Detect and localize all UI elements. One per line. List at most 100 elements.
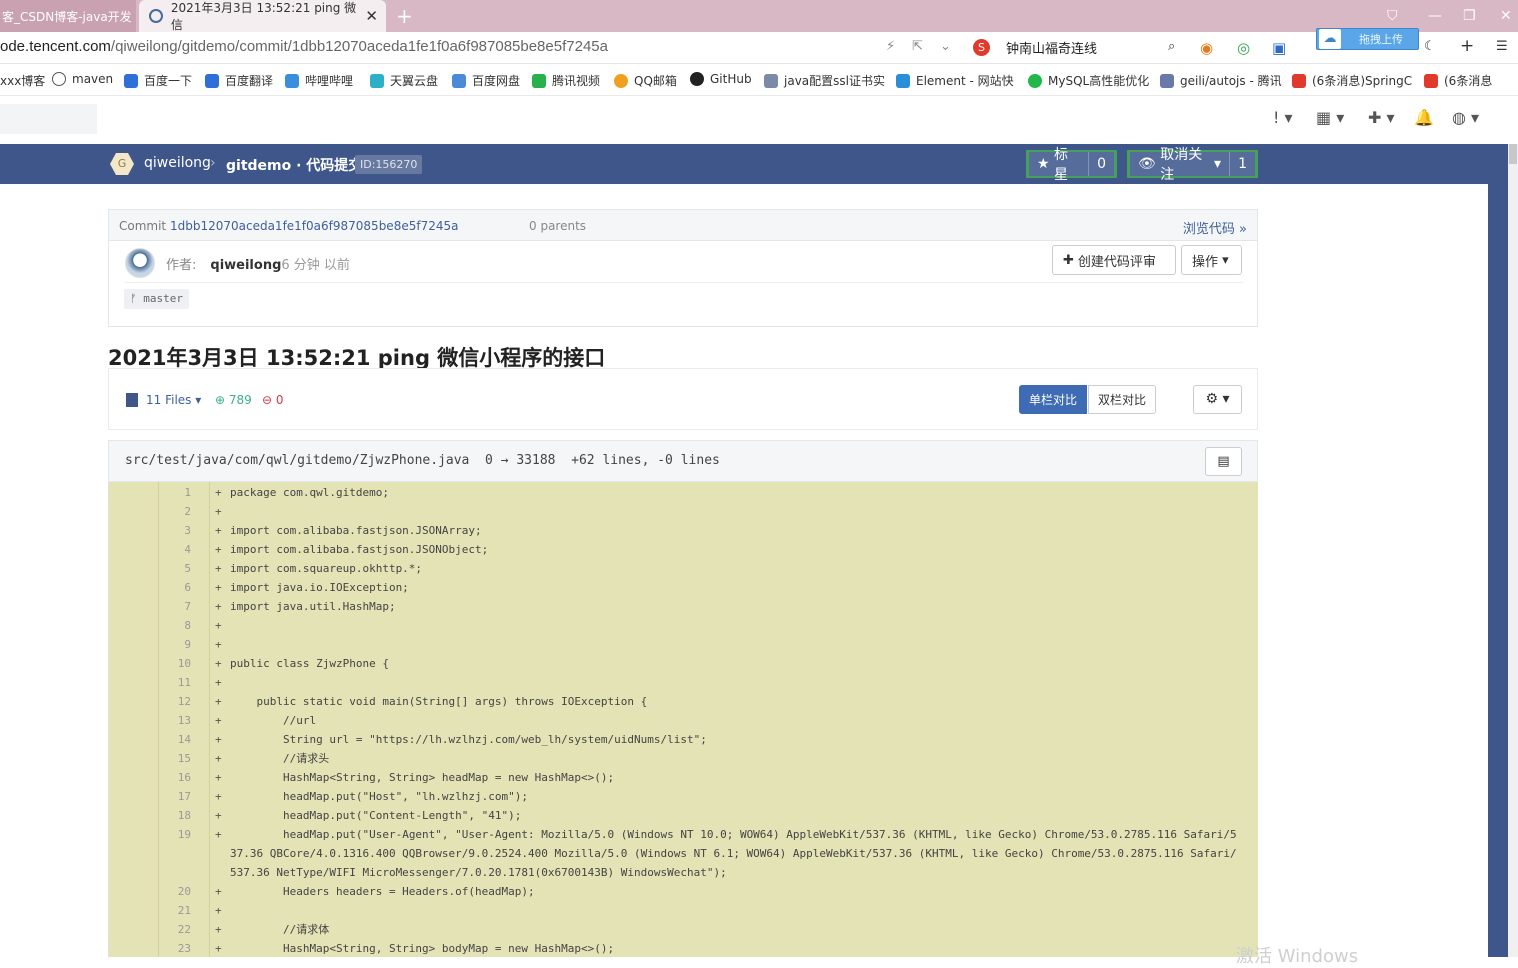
- line-number[interactable]: 21: [159, 901, 191, 920]
- files-dropdown[interactable]: 11 Files ▾: [126, 393, 201, 407]
- line-number[interactable]: 18: [159, 806, 191, 825]
- code-text: import com.squareup.okhttp.*;: [230, 562, 423, 575]
- line-number[interactable]: 2: [159, 502, 191, 521]
- scrollbar[interactable]: [1508, 144, 1518, 957]
- gear-icon[interactable]: ⚙ ▾: [1193, 385, 1242, 414]
- bookmark-item[interactable]: java配置ssl证书实: [764, 72, 885, 89]
- bell-icon[interactable]: 🔔: [1414, 108, 1434, 127]
- split-view-button[interactable]: 双栏对比: [1088, 385, 1157, 414]
- bookmark-item[interactable]: 百度网盘: [452, 72, 520, 89]
- share-icon[interactable]: ⇱: [912, 39, 923, 54]
- create-review-button[interactable]: ✚ 创建代码评审: [1052, 245, 1176, 275]
- lightning-icon[interactable]: ⚡: [886, 39, 895, 54]
- user-avatar[interactable]: ◍ ▾: [1452, 108, 1479, 127]
- bookmark-item[interactable]: (6条消息)SpringC: [1292, 72, 1412, 89]
- night-mode-icon[interactable]: ☾: [1424, 39, 1436, 54]
- code-text: //url: [230, 714, 317, 727]
- menu-icon[interactable]: ☰: [1496, 39, 1508, 54]
- code-line: 10 + public class ZjwzPhone {: [159, 654, 1257, 673]
- code-text: Headers headers = Headers.of(headMap);: [230, 885, 535, 898]
- added-marker: +: [215, 771, 222, 784]
- new-tab-icon[interactable]: +: [396, 4, 413, 28]
- line-number[interactable]: 5: [159, 559, 191, 578]
- line-number[interactable]: 12: [159, 692, 191, 711]
- bookmark-item[interactable]: 百度一下: [124, 72, 192, 89]
- commit-header: Commit 1dbb12070aceda1fe1f0a6f987085be8e…: [109, 210, 1257, 241]
- alert-icon[interactable]: ! ▾: [1273, 108, 1293, 127]
- apps-grid-icon[interactable]: ▦ ▾: [1316, 108, 1344, 127]
- line-number[interactable]: 17: [159, 787, 191, 806]
- bookmark-item[interactable]: 腾讯视频: [532, 72, 600, 89]
- operations-button[interactable]: 操作 ▾: [1181, 245, 1242, 275]
- bookmark-item[interactable]: GitHub: [690, 72, 752, 86]
- close-window-icon[interactable]: ✕: [1500, 8, 1512, 24]
- tab-csdn[interactable]: 客_CSDN博客-java开发: [0, 0, 136, 32]
- bookmark-item[interactable]: maven: [52, 72, 113, 86]
- line-number[interactable]: 7: [159, 597, 191, 616]
- line-number[interactable]: 13: [159, 711, 191, 730]
- bookmark-item[interactable]: 天翼云盘: [370, 72, 438, 89]
- add-icon[interactable]: +: [1460, 36, 1474, 56]
- author-avatar[interactable]: [125, 248, 155, 278]
- search-engine-box[interactable]: S 钟南山福奇连线: [973, 38, 1097, 57]
- breadcrumb-user[interactable]: qiweilong: [144, 155, 211, 171]
- author-name[interactable]: qiweilong: [210, 258, 281, 273]
- line-number[interactable]: 20: [159, 882, 191, 901]
- tab-active[interactable]: 2021年3月3日 13:52:21 ping 微信 ✕: [139, 0, 386, 32]
- bookmark-item[interactable]: (6条消息: [1424, 72, 1492, 89]
- commit-hash[interactable]: 1dbb12070aceda1fe1f0a6f987085be8e5f7245a: [170, 219, 459, 233]
- line-number[interactable]: 22: [159, 920, 191, 939]
- bookmark-item[interactable]: Element - 网站快: [896, 72, 1014, 89]
- added-marker: +: [215, 809, 222, 822]
- star-button[interactable]: ★ 标星 0: [1026, 147, 1117, 183]
- bookmark-item[interactable]: QQ邮箱: [614, 72, 677, 89]
- scrollbar-thumb[interactable]: [1509, 144, 1517, 164]
- line-number[interactable]: 19: [159, 825, 191, 844]
- added-marker: +: [215, 638, 222, 651]
- extension-icon[interactable]: ▣: [1272, 39, 1286, 57]
- minus-circle-icon: ⊖: [262, 393, 273, 407]
- inline-view-button[interactable]: 单栏对比: [1019, 385, 1088, 414]
- line-number[interactable]: 1: [159, 483, 191, 502]
- url-field[interactable]: ode.tencent.com/qiweilong/gitdemo/commit…: [0, 38, 608, 55]
- line-number[interactable]: 16: [159, 768, 191, 787]
- restore-icon[interactable]: ❐: [1463, 8, 1476, 24]
- line-number[interactable]: 23: [159, 939, 191, 957]
- close-icon[interactable]: ✕: [365, 7, 378, 25]
- drag-upload-widget[interactable]: ☁ 拖拽上传: [1316, 28, 1419, 50]
- line-number[interactable]: 3: [159, 521, 191, 540]
- line-number[interactable]: 6: [159, 578, 191, 597]
- bookmark-item[interactable]: geili/autojs - 腾讯: [1160, 72, 1282, 89]
- plus-icon[interactable]: ✚ ▾: [1368, 108, 1395, 127]
- breadcrumb-project[interactable]: gitdemo · 代码提交: [226, 155, 362, 175]
- site-top-nav: ! ▾ ▦ ▾ ✚ ▾ 🔔 ◍ ▾: [0, 96, 1508, 144]
- line-number[interactable]: 8: [159, 616, 191, 635]
- game-icon[interactable]: ◉: [1200, 39, 1213, 57]
- watch-button[interactable]: 👁 取消关注 ▾ 1: [1127, 147, 1258, 183]
- branch-tag[interactable]: ᚠ master: [124, 289, 189, 309]
- added-marker: +: [215, 942, 222, 955]
- view-file-icon[interactable]: ▤: [1205, 447, 1242, 476]
- line-number[interactable]: 10: [159, 654, 191, 673]
- code-text: //请求体: [230, 923, 330, 936]
- line-number[interactable]: 14: [159, 730, 191, 749]
- skin-icon[interactable]: ⛉: [1387, 8, 1398, 24]
- added-marker: +: [215, 543, 222, 556]
- code-line: 3 + import com.alibaba.fastjson.JSONArray;: [159, 521, 1257, 540]
- bookmark-item[interactable]: MySQL高性能优化: [1028, 72, 1149, 89]
- bookmark-item[interactable]: xxx博客: [0, 72, 45, 89]
- file-path[interactable]: src/test/java/com/qwl/gitdemo/ZjwzPhone.…: [125, 453, 469, 468]
- minimize-icon[interactable]: —: [1428, 8, 1442, 24]
- browse-code-link[interactable]: 浏览代码 »: [1183, 218, 1247, 237]
- line-number[interactable]: 9: [159, 635, 191, 654]
- line-number[interactable]: 11: [159, 673, 191, 692]
- chevron-down-icon[interactable]: ⌄: [940, 39, 951, 54]
- bookmark-item[interactable]: 百度翻译: [205, 72, 273, 89]
- line-number[interactable]: 4: [159, 540, 191, 559]
- eye-icon: 👁: [1138, 156, 1156, 172]
- file-path-line: src/test/java/com/qwl/gitdemo/ZjwzPhone.…: [125, 453, 720, 468]
- search-icon[interactable]: ⌕: [1168, 39, 1175, 54]
- bookmark-item[interactable]: 哔哩哔哩: [285, 72, 353, 89]
- chrome-icon[interactable]: ◎: [1237, 39, 1250, 57]
- line-number[interactable]: 15: [159, 749, 191, 768]
